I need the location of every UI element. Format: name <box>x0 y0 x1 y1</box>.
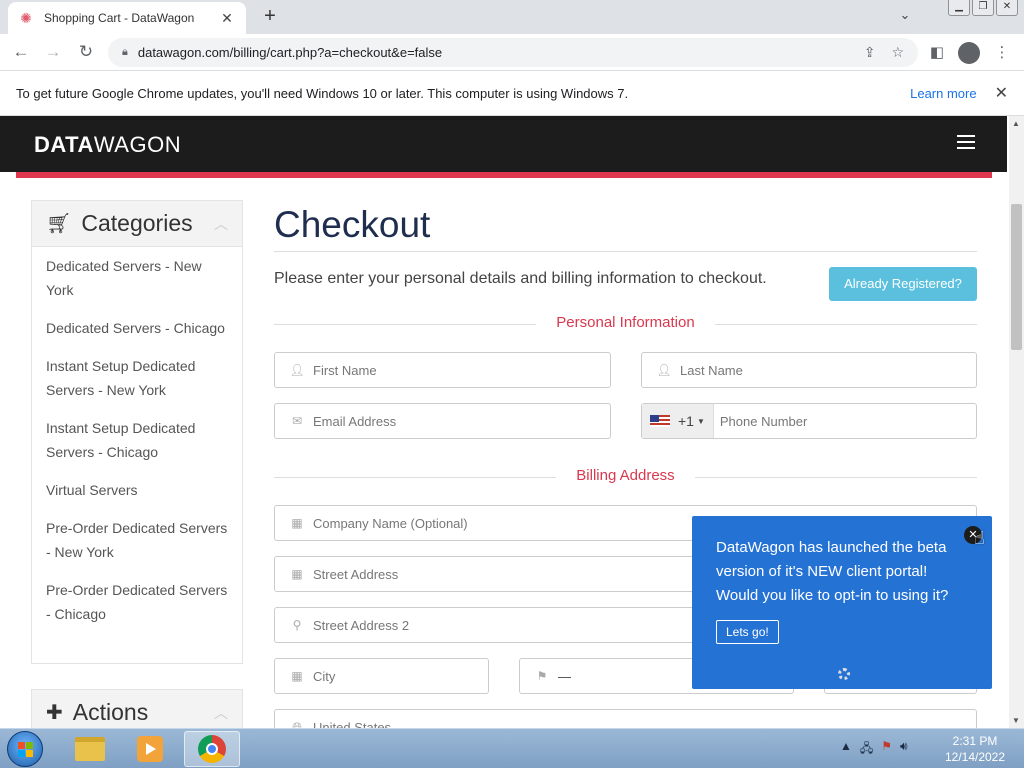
back-arrow-icon[interactable]: ← <box>8 40 34 66</box>
url-text[interactable]: datawagon.com/billing/cart.php?a=checkou… <box>138 45 848 60</box>
chevron-up-icon[interactable]: ︿ <box>214 703 228 723</box>
tab-title: Shopping Cart - DataWagon <box>44 11 195 25</box>
infobar-message: To get future Google Chrome updates, you… <box>16 85 629 101</box>
tab-search-chevron-icon[interactable]: ⌄ <box>896 7 914 25</box>
page-scrollbar[interactable]: ▲ ▼ <box>1009 116 1024 728</box>
building-icon: ▦ <box>291 567 303 581</box>
datawagon-logo[interactable]: DATAWAGON <box>34 132 181 158</box>
scroll-down-arrow-icon[interactable]: ▼ <box>1012 716 1020 725</box>
scroll-up-arrow-icon[interactable]: ▲ <box>1012 119 1020 128</box>
personal-info-separator: Personal Information <box>274 314 977 334</box>
caret-down-icon: ▼ <box>696 416 705 426</box>
popup-message: DataWagon has launched the beta version … <box>716 539 949 604</box>
globe-icon: 🌐︎ <box>292 719 302 729</box>
tab-close-icon[interactable]: ✕ <box>218 10 236 27</box>
infobar-close-icon[interactable]: ✕ <box>995 83 1008 103</box>
start-button[interactable] <box>7 731 43 767</box>
categories-header[interactable]: 🛒︎ Categories ︿ <box>32 201 242 247</box>
chrome-taskbar-icon[interactable] <box>184 731 240 767</box>
reload-icon[interactable]: ↻ <box>73 40 99 66</box>
category-item[interactable]: Instant Setup Dedicated Servers - Chicag… <box>32 409 242 471</box>
restore-button[interactable]: ❐ <box>972 0 994 16</box>
map-marker-icon: ⚲ <box>292 618 302 632</box>
email-field[interactable]: ✉ Email Address <box>274 403 611 439</box>
side-panel-icon[interactable]: ◧ <box>926 43 948 61</box>
page-title: Checkout <box>274 204 431 245</box>
category-item[interactable]: Dedicated Servers - Chicago <box>32 309 242 347</box>
site-header: DATAWAGON <box>0 116 1007 172</box>
loading-spinner-icon <box>838 668 850 680</box>
clock-time: 2:31 PM <box>952 734 998 748</box>
network-icon[interactable]: 🖧︎ <box>860 739 873 760</box>
category-item[interactable]: Virtual Servers <box>32 471 242 509</box>
signpost-icon: ⚑ <box>536 669 548 683</box>
country-select[interactable]: 🌐︎ United States <box>274 709 977 728</box>
learn-more-link[interactable]: Learn more <box>910 86 976 101</box>
country-code-selector[interactable]: +1 ▼ <box>642 404 714 438</box>
checkout-intro: Please enter your personal details and b… <box>274 270 767 287</box>
user-icon: 👤︎ <box>289 363 305 377</box>
building-icon: ▦ <box>291 669 303 683</box>
browser-toolbar: ← → ↻ 🔒︎ datawagon.com/billing/cart.php?… <box>0 34 1024 71</box>
first-name-field[interactable]: 👤︎ First Name <box>274 352 611 388</box>
share-icon[interactable]: ⇪ <box>864 44 876 61</box>
scrollbar-thumb[interactable] <box>1011 204 1022 350</box>
new-tab-button[interactable]: + <box>258 5 282 29</box>
volume-icon[interactable]: 🔊︎ <box>900 739 908 760</box>
forward-arrow-icon[interactable]: → <box>40 40 66 66</box>
bookmark-star-icon[interactable]: ☆ <box>891 44 904 61</box>
accent-bar <box>16 172 992 178</box>
profile-avatar-icon[interactable] <box>958 42 980 64</box>
billing-address-heading: Billing Address <box>576 467 675 484</box>
shopping-cart-icon: 🛒︎ <box>46 213 72 235</box>
browser-tab-strip: ✺ Shopping Cart - DataWagon ✕ + ⌄ ▁ ❐ ✕ <box>0 0 1024 34</box>
show-hidden-icons-icon[interactable]: ▲ <box>840 739 852 760</box>
menu-kebab-icon[interactable]: ⋮ <box>991 43 1013 61</box>
page-viewport: DATAWAGON 🛒︎ Categories ︿ Dedicated Serv… <box>0 116 1024 728</box>
new-portal-popup: DataWagon has launched the beta version … <box>692 516 992 689</box>
city-field[interactable]: ▦ City <box>274 658 489 694</box>
lock-icon: 🔒︎ <box>122 46 128 58</box>
actions-header[interactable]: ✚ Actions ︿ <box>32 690 242 728</box>
minimize-button[interactable]: ▁ <box>948 0 970 16</box>
billing-address-separator: Billing Address <box>274 467 977 487</box>
plus-icon: ✚ <box>46 702 63 724</box>
action-center-flag-icon[interactable]: ⚑ <box>881 739 892 760</box>
actions-panel: ✚ Actions ︿ <box>31 689 243 728</box>
user-icon: 👤︎ <box>656 363 672 377</box>
categories-title: Categories <box>81 210 193 236</box>
envelope-icon: ✉ <box>291 414 303 428</box>
hamburger-menu-icon[interactable] <box>957 135 975 149</box>
datawagon-favicon-icon: ✺ <box>20 10 32 26</box>
update-infobar: To get future Google Chrome updates, you… <box>0 71 1024 116</box>
hand-cursor-icon: ☝ <box>974 528 985 548</box>
system-tray: ▲ 🖧︎ ⚑ 🔊︎ <box>840 739 908 760</box>
windows-taskbar: ▲ 🖧︎ ⚑ 🔊︎ 2:31 PM 12/14/2022 <box>0 728 1024 768</box>
lets-go-button[interactable]: Lets go! <box>716 620 779 644</box>
us-flag-icon <box>650 415 670 427</box>
last-name-field[interactable]: 👤︎ Last Name <box>641 352 977 388</box>
browser-tab[interactable]: ✺ Shopping Cart - DataWagon ✕ <box>8 2 246 34</box>
phone-field[interactable]: +1 ▼ Phone Number <box>641 403 977 439</box>
window-controls: ▁ ❐ ✕ <box>948 0 1018 16</box>
close-window-button[interactable]: ✕ <box>996 0 1018 16</box>
category-item[interactable]: Pre-Order Dedicated Servers - Chicago <box>32 571 242 633</box>
building-icon: ▦ <box>291 516 303 530</box>
already-registered-button[interactable]: Already Registered? <box>829 267 977 301</box>
categories-panel: 🛒︎ Categories ︿ Dedicated Servers - New … <box>31 200 243 664</box>
media-player-taskbar-icon[interactable] <box>122 731 178 767</box>
system-clock[interactable]: 2:31 PM 12/14/2022 <box>940 733 1010 765</box>
windows-logo-icon <box>18 742 34 758</box>
title-divider <box>274 251 977 252</box>
category-item[interactable]: Instant Setup Dedicated Servers - New Yo… <box>32 347 242 409</box>
personal-info-heading: Personal Information <box>556 314 695 331</box>
address-bar[interactable]: 🔒︎ datawagon.com/billing/cart.php?a=chec… <box>108 38 918 67</box>
category-item[interactable]: Pre-Order Dedicated Servers - New York <box>32 509 242 571</box>
file-explorer-taskbar-icon[interactable] <box>62 731 118 767</box>
chevron-up-icon[interactable]: ︿ <box>214 214 228 234</box>
actions-title: Actions <box>72 699 149 725</box>
clock-date: 12/14/2022 <box>944 750 1006 764</box>
category-item[interactable]: Dedicated Servers - New York <box>32 247 242 309</box>
